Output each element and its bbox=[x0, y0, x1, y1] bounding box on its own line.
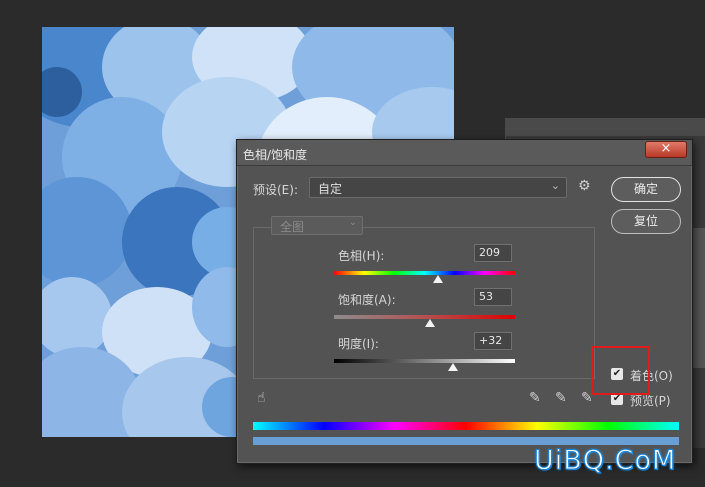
close-icon: × bbox=[660, 141, 672, 156]
output-color-bar bbox=[253, 437, 679, 445]
chevron-down-icon: ⌄ bbox=[348, 217, 357, 228]
lightness-label: 明度(I): bbox=[338, 337, 379, 351]
channel-select[interactable]: 全图 ⌄ bbox=[271, 216, 363, 235]
hue-saturation-dialog: 色相/饱和度 × 预设(E): 自定 ⌄ ⚙ 确定 复位 全图 ⌄ 色相(H):… bbox=[236, 139, 693, 464]
preset-select[interactable]: 自定 ⌄ bbox=[309, 177, 567, 198]
eyedropper-icon[interactable]: ✎ bbox=[529, 390, 541, 406]
channel-value: 全图 bbox=[280, 220, 305, 234]
hue-slider-thumb[interactable] bbox=[433, 275, 444, 283]
input-color-spectrum bbox=[253, 422, 679, 430]
hue-input[interactable]: 209 bbox=[474, 244, 512, 262]
lightness-slider-track[interactable] bbox=[334, 359, 515, 363]
adjustment-group bbox=[253, 227, 595, 379]
ok-button[interactable]: 确定 bbox=[611, 177, 681, 202]
reset-button[interactable]: 复位 bbox=[611, 209, 681, 234]
lightness-input[interactable]: +32 bbox=[474, 332, 512, 350]
chevron-down-icon: ⌄ bbox=[550, 179, 560, 192]
panel-header-strip bbox=[506, 118, 705, 136]
panel-scrollbar[interactable] bbox=[691, 228, 705, 368]
eyedropper-plus-icon[interactable]: ✎ bbox=[555, 390, 567, 406]
saturation-label: 饱和度(A): bbox=[338, 293, 396, 307]
preset-value: 自定 bbox=[318, 182, 343, 196]
lightness-slider-thumb[interactable] bbox=[448, 363, 459, 371]
hue-slider-track[interactable] bbox=[334, 271, 515, 275]
close-button[interactable]: × bbox=[645, 141, 687, 158]
preset-label: 预设(E): bbox=[253, 183, 298, 197]
colorize-highlight-box bbox=[591, 346, 650, 395]
dialog-title: 色相/饱和度 bbox=[243, 148, 308, 162]
gear-icon[interactable]: ⚙ bbox=[578, 178, 591, 194]
saturation-input[interactable]: 53 bbox=[474, 288, 512, 306]
watermark-logo: UiBQ.CoM bbox=[533, 445, 677, 477]
saturation-slider-thumb[interactable] bbox=[424, 319, 435, 327]
hue-label: 色相(H): bbox=[338, 249, 385, 263]
hand-icon[interactable]: ☝ bbox=[257, 390, 266, 406]
dialog-titlebar[interactable]: 色相/饱和度 × bbox=[237, 140, 692, 166]
